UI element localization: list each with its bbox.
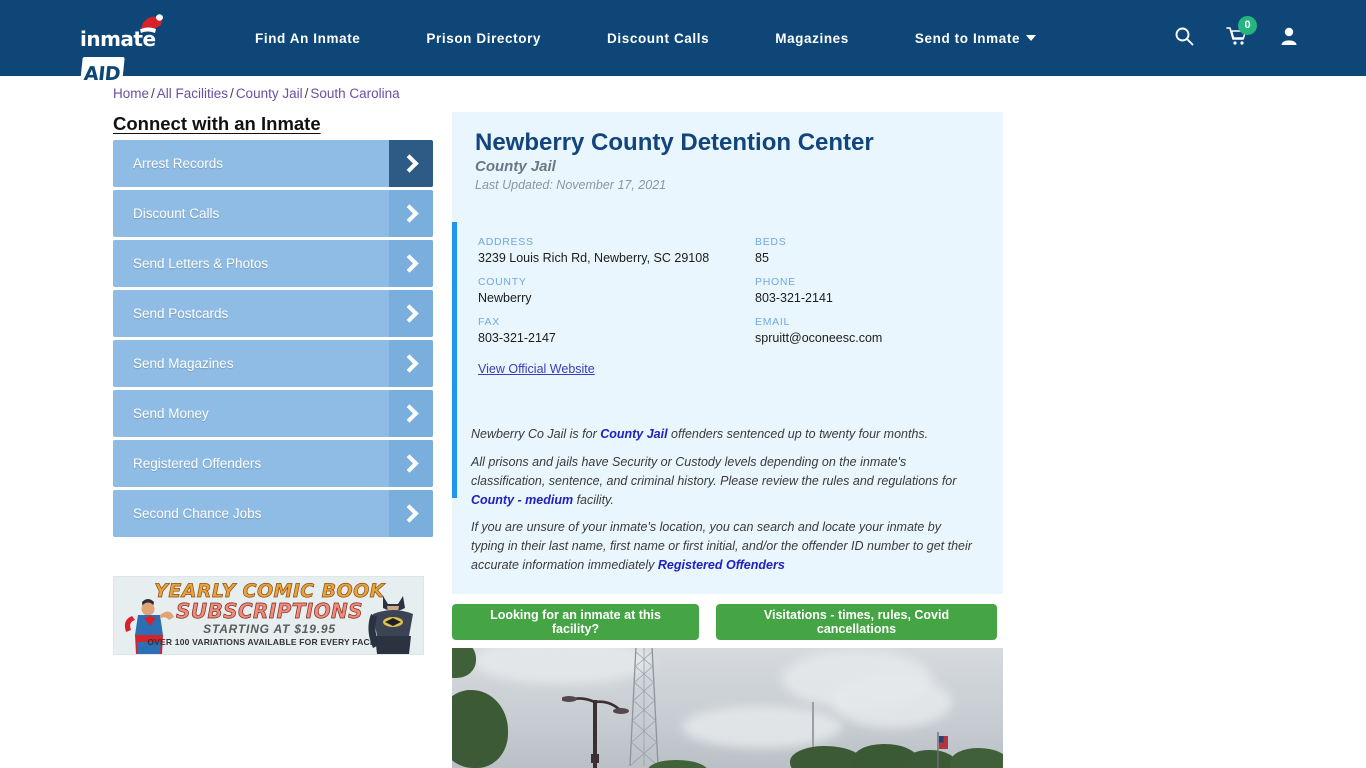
- top-navigation-bar: inmateAID Find An Inmate Prison Director…: [0, 0, 1366, 91]
- chevron-right-icon: [389, 140, 433, 187]
- paragraph-1-text-a: Newberry Co Jail is for: [471, 427, 601, 441]
- facility-street-view-photo: [452, 648, 1003, 768]
- breadcrumb-separator: /: [230, 86, 234, 101]
- chevron-right-icon: [389, 290, 433, 337]
- sidebar-item-send-magazines[interactable]: Send Magazines: [113, 340, 433, 387]
- detail-label: EMAIL: [755, 316, 791, 328]
- paragraph-2-text-b: facility.: [573, 493, 614, 507]
- sidebar-item-label: Arrest Records: [133, 156, 224, 171]
- nav-link-find-an-inmate[interactable]: Find An Inmate: [255, 31, 360, 46]
- batman-illustration-icon: [368, 596, 413, 654]
- view-official-website-link[interactable]: View Official Website: [478, 362, 595, 376]
- american-flag-icon: [937, 732, 948, 768]
- sidebar-title: Connect with an Inmate: [113, 113, 321, 134]
- link-county-medium[interactable]: County - medium: [471, 493, 573, 507]
- breadcrumb-item-county-jail[interactable]: County Jail: [236, 86, 303, 101]
- cart-icon[interactable]: 0: [1226, 15, 1257, 51]
- breadcrumb-separator: /: [151, 86, 155, 101]
- breadcrumb-item-home[interactable]: Home: [113, 86, 149, 101]
- visitation-info-button[interactable]: Visitations - times, rules, Covid cancel…: [716, 604, 997, 640]
- paragraph-2-text-a: All prisons and jails have Security or C…: [471, 455, 957, 488]
- chevron-right-icon: [389, 440, 433, 487]
- search-icon[interactable]: [1174, 26, 1194, 51]
- breadcrumb-separator: /: [304, 86, 309, 101]
- sidebar-item-arrest-records[interactable]: Arrest Records: [113, 140, 433, 187]
- last-updated-text: Last Updated: November 17, 2021: [475, 178, 667, 192]
- sidebar-item-label: Registered Offenders: [133, 456, 262, 471]
- nav-link-send-to-inmate-label: Send to Inmate: [914, 30, 1021, 46]
- facility-type: County Jail: [475, 158, 556, 175]
- sidebar-item-second-chance-jobs[interactable]: Second Chance Jobs: [113, 490, 433, 537]
- breadcrumb-item-south-carolina[interactable]: South Carolina: [310, 86, 399, 101]
- facility-description-paragraph-3: If you are unsure of your inmate's locat…: [471, 518, 976, 575]
- detail-label: COUNTY: [478, 276, 527, 288]
- detail-value: 803-321-2147: [478, 331, 556, 345]
- detail-label: BEDS: [755, 236, 787, 248]
- detail-county: COUNTY Newberry: [478, 276, 755, 305]
- breadcrumb: Home / All Facilities / County Jail / South Ca…: [113, 86, 400, 101]
- street-light-icon: [562, 696, 629, 768]
- sidebar-item-registered-offenders[interactable]: Registered Offenders: [113, 440, 433, 487]
- site-logo[interactable]: inmateAID: [79, 14, 190, 91]
- detail-address: ADDRESS 3239 Louis Rich Rd, Newberry, SC…: [478, 236, 755, 265]
- nav-link-magazines[interactable]: Magazines: [775, 31, 849, 46]
- detail-fax: FAX 803-321-2147: [478, 316, 755, 345]
- facility-description-paragraph-2: All prisons and jails have Security or C…: [471, 453, 976, 510]
- user-account-icon[interactable]: [1280, 26, 1298, 51]
- sidebar-item-label: Discount Calls: [133, 206, 220, 221]
- sidebar-item-label: Send Magazines: [133, 356, 234, 371]
- nav-link-send-to-inmate[interactable]: Send to Inmate: [914, 30, 1037, 46]
- sidebar-item-send-postcards[interactable]: Send Postcards: [113, 290, 433, 337]
- nav-icon-group: 0: [1174, 0, 1298, 76]
- sidebar-item-send-letters-photos[interactable]: Send Letters & Photos: [113, 240, 433, 287]
- chevron-right-icon: [389, 390, 433, 437]
- paragraph-1-text-b: offenders sentenced up to twenty four mo…: [667, 427, 929, 441]
- detail-phone: PHONE 803-321-2141: [755, 276, 978, 305]
- detail-label: ADDRESS: [478, 236, 534, 248]
- nav-link-discount-calls[interactable]: Discount Calls: [607, 31, 709, 46]
- logo-text: inmateAID: [79, 27, 156, 91]
- sidebar-item-label: Send Letters & Photos: [133, 256, 269, 271]
- link-registered-offenders[interactable]: Registered Offenders: [658, 558, 785, 572]
- detail-value: spruitt@oconeesc.com: [755, 331, 883, 345]
- detail-value: 803-321-2141: [755, 291, 833, 305]
- chevron-right-icon: [389, 190, 433, 237]
- inmate-lookup-button[interactable]: Looking for an inmate at this facility?: [452, 604, 699, 640]
- cart-count-badge: 0: [1238, 15, 1257, 35]
- sidebar-item-label: Send Money: [133, 406, 209, 421]
- nav-links: Find An Inmate Prison Directory Discount…: [255, 0, 1037, 76]
- comic-book-subscription-ad[interactable]: YEARLY COMIC BOOK SUBSCRIPTIONS STARTING…: [113, 576, 424, 655]
- detail-label: PHONE: [755, 276, 796, 288]
- detail-value: 3239 Louis Rich Rd, Newberry, SC 29108: [478, 251, 710, 265]
- nav-link-prison-directory[interactable]: Prison Directory: [426, 31, 541, 46]
- facility-description-paragraph-1: Newberry Co Jail is for County Jail offe…: [471, 425, 976, 444]
- sidebar-item-send-money[interactable]: Send Money: [113, 390, 433, 437]
- sidebar-item-label: Send Postcards: [133, 306, 229, 321]
- sidebar-item-discount-calls[interactable]: Discount Calls: [113, 190, 433, 237]
- accent-bar: [452, 222, 457, 498]
- page-title: Newberry County Detention Center: [475, 129, 874, 156]
- facility-details-grid: ADDRESS 3239 Louis Rich Rd, Newberry, SC…: [478, 236, 978, 356]
- detail-beds: BEDS 85: [755, 236, 978, 265]
- detail-email: EMAIL spruitt@oconeesc.com: [755, 316, 978, 345]
- sidebar-button-list: Arrest Records Discount Calls Send Lette…: [113, 140, 433, 540]
- sidebar-item-label: Second Chance Jobs: [133, 506, 262, 521]
- chevron-right-icon: [389, 240, 433, 287]
- detail-value: Newberry: [478, 291, 532, 305]
- chevron-right-icon: [389, 490, 433, 537]
- detail-label: FAX: [478, 316, 500, 328]
- breadcrumb-item-all-facilities[interactable]: All Facilities: [157, 86, 228, 101]
- link-county-jail[interactable]: County Jail: [600, 427, 667, 441]
- chevron-right-icon: [389, 340, 433, 387]
- chevron-down-icon: [1026, 34, 1037, 41]
- detail-value: 85: [755, 251, 769, 265]
